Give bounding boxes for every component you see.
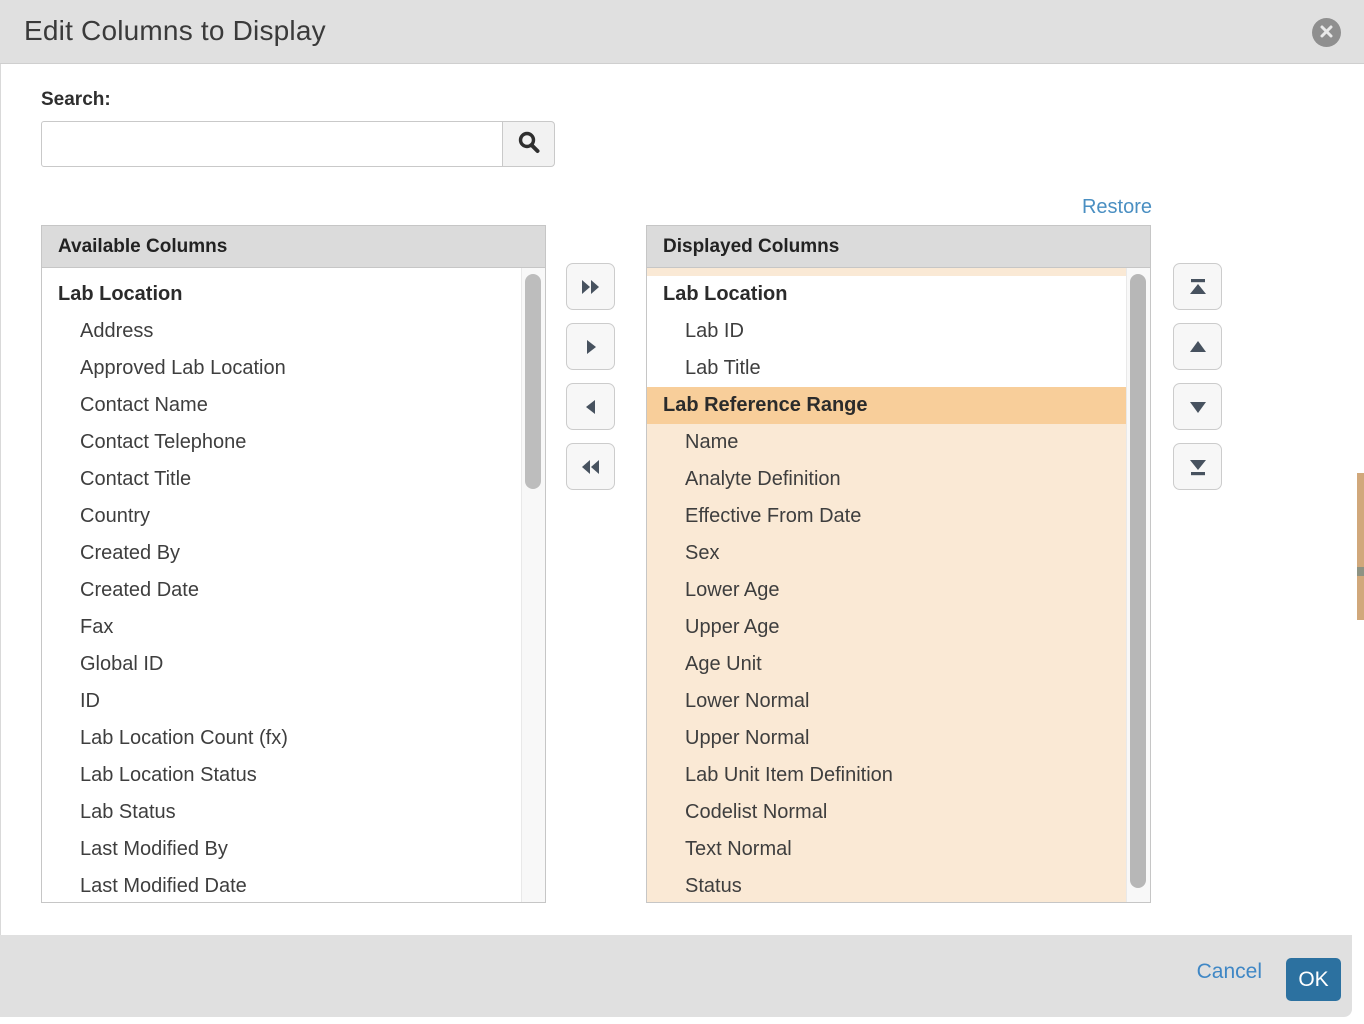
arrow-left-icon bbox=[580, 396, 602, 418]
column-item-row[interactable]: Approved Lab Location bbox=[42, 350, 521, 387]
arrow-down-icon bbox=[1187, 396, 1209, 418]
cancel-button[interactable]: Cancel bbox=[1197, 960, 1262, 984]
column-item-row[interactable]: Fax bbox=[42, 609, 521, 646]
move-all-right-button[interactable] bbox=[566, 263, 615, 310]
column-item-row[interactable]: Lab Location Status bbox=[42, 757, 521, 794]
displayed-scrollbar-track[interactable] bbox=[1126, 268, 1150, 902]
search-label: Search: bbox=[41, 89, 111, 111]
column-item-row[interactable]: ID bbox=[42, 683, 521, 720]
column-group-row[interactable]: Lab Location bbox=[647, 276, 1126, 313]
restore-link[interactable]: Restore bbox=[1082, 196, 1152, 219]
arrow-up-icon bbox=[1187, 336, 1209, 358]
column-item-row[interactable]: Upper Normal bbox=[647, 720, 1126, 757]
column-item-row[interactable]: Analyte Definition bbox=[647, 461, 1126, 498]
displayed-columns-panel: Displayed Columns Lab LocationLab IDLab … bbox=[646, 225, 1151, 903]
move-left-button[interactable] bbox=[566, 383, 615, 430]
move-to-bottom-button[interactable] bbox=[1173, 443, 1222, 490]
background-sliver-segment bbox=[1357, 473, 1364, 567]
column-item-row[interactable]: Country bbox=[42, 498, 521, 535]
column-item-row[interactable]: Text Normal bbox=[647, 831, 1126, 868]
displayed-columns-listbox: Lab LocationLab IDLab TitleLab Reference… bbox=[647, 268, 1150, 902]
move-to-top-button[interactable] bbox=[1173, 263, 1222, 310]
background-sliver-segment bbox=[1357, 567, 1364, 576]
column-item-row[interactable]: Last Modified By bbox=[42, 831, 521, 868]
displayed-columns-header: Displayed Columns bbox=[647, 226, 1150, 268]
column-item-row[interactable]: Upper Age bbox=[647, 609, 1126, 646]
background-sliver-segment bbox=[1357, 576, 1364, 620]
arrow-to-bottom-icon bbox=[1187, 456, 1209, 478]
available-columns-listbox: Lab LocationAddressApproved Lab Location… bbox=[42, 268, 545, 902]
move-all-left-button[interactable] bbox=[566, 443, 615, 490]
close-icon bbox=[1319, 24, 1334, 42]
background-page-sliver bbox=[1357, 64, 1364, 1024]
column-item-row[interactable]: Contact Name bbox=[42, 387, 521, 424]
column-item-row[interactable]: Sex bbox=[647, 535, 1126, 572]
column-item-row[interactable]: Lower Age bbox=[647, 572, 1126, 609]
search-input[interactable] bbox=[41, 121, 503, 167]
column-item-row[interactable]: Effective From Date bbox=[647, 498, 1126, 535]
column-item-row[interactable]: Name bbox=[647, 424, 1126, 461]
close-button[interactable] bbox=[1312, 18, 1341, 47]
search-button[interactable] bbox=[502, 121, 555, 167]
column-group-row[interactable]: Lab Location bbox=[42, 276, 521, 313]
column-item-row[interactable]: Codelist Normal bbox=[647, 794, 1126, 831]
arrow-to-top-icon bbox=[1187, 276, 1209, 298]
ok-button[interactable]: OK bbox=[1286, 958, 1341, 1001]
dialog-title-bar: Edit Columns to Display bbox=[0, 0, 1364, 64]
column-item-row[interactable]: Lower Normal bbox=[647, 683, 1126, 720]
column-item-row[interactable]: Age Unit bbox=[647, 646, 1126, 683]
column-group-row[interactable]: Lab Reference Range bbox=[647, 387, 1126, 424]
available-scrollbar-thumb[interactable] bbox=[525, 274, 541, 489]
dialog-title: Edit Columns to Display bbox=[24, 15, 326, 47]
column-item-row[interactable]: Last Modified Date bbox=[42, 868, 521, 902]
move-right-button[interactable] bbox=[566, 323, 615, 370]
column-item-row[interactable]: Created Date bbox=[42, 572, 521, 609]
displayed-scrollbar-thumb[interactable] bbox=[1130, 274, 1146, 888]
column-item-row[interactable]: Address bbox=[42, 313, 521, 350]
column-item-row[interactable]: Lab ID bbox=[647, 313, 1126, 350]
column-item-row[interactable]: Contact Title bbox=[42, 461, 521, 498]
column-item-row[interactable]: Lab Location Count (fx) bbox=[42, 720, 521, 757]
move-down-button[interactable] bbox=[1173, 383, 1222, 430]
column-item-row[interactable]: Contact Telephone bbox=[42, 424, 521, 461]
column-item-row[interactable]: Status bbox=[647, 868, 1126, 902]
displayed-columns-list: Lab LocationLab IDLab TitleLab Reference… bbox=[647, 268, 1126, 902]
column-item-row[interactable]: Lab Title bbox=[647, 350, 1126, 387]
available-columns-panel: Available Columns Lab LocationAddressApp… bbox=[41, 225, 546, 903]
available-scrollbar-track[interactable] bbox=[521, 268, 545, 902]
double-arrow-left-icon bbox=[579, 456, 603, 478]
column-item-row[interactable]: Created By bbox=[42, 535, 521, 572]
available-columns-list: Lab LocationAddressApproved Lab Location… bbox=[42, 268, 521, 902]
move-up-button[interactable] bbox=[1173, 323, 1222, 370]
search-icon bbox=[516, 130, 542, 159]
column-item-row[interactable]: Lab Unit Item Definition bbox=[647, 757, 1126, 794]
available-columns-header: Available Columns bbox=[42, 226, 545, 268]
dialog-footer: Cancel OK bbox=[0, 935, 1352, 1017]
column-item-row[interactable]: Lab Status bbox=[42, 794, 521, 831]
column-item-row[interactable]: Global ID bbox=[42, 646, 521, 683]
arrow-right-icon bbox=[580, 336, 602, 358]
double-arrow-right-icon bbox=[579, 276, 603, 298]
